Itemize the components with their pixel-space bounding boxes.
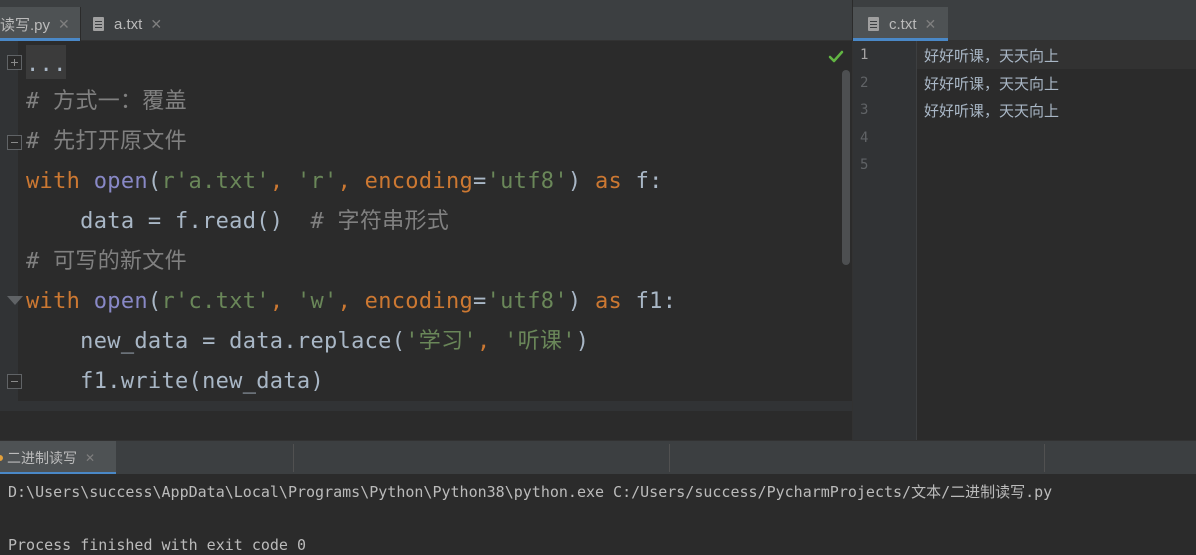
string: 'r'	[296, 169, 338, 194]
code-text: data = f.read()	[26, 209, 311, 234]
keyword: as	[594, 289, 623, 314]
punct: ,	[269, 289, 297, 314]
run-tool-window-bar: 二进制读写 ✕	[0, 440, 1196, 475]
vertical-scrollbar[interactable]	[842, 70, 850, 265]
bar-divider	[293, 444, 294, 472]
code-line: ...	[26, 52, 67, 77]
code-line: data = f.read() # 字符串形式	[26, 202, 449, 242]
bar-divider	[1044, 444, 1045, 472]
code-text: =	[473, 289, 487, 314]
punct: ,	[337, 289, 365, 314]
run-console[interactable]: D:\Users\success\AppData\Local\Programs\…	[0, 474, 1196, 555]
keyword-arg: encoding	[364, 169, 474, 194]
line-number: 4	[860, 130, 869, 146]
fold-arrow-icon[interactable]	[7, 294, 23, 309]
tab-label: 读写.py	[0, 16, 51, 34]
close-icon[interactable]: ✕	[150, 16, 162, 33]
code-line: with open(r'c.txt', 'w', encoding='utf8'…	[26, 282, 676, 322]
line-number: 1	[860, 47, 869, 63]
close-icon[interactable]: ✕	[85, 451, 95, 465]
code-line-comment: # 先打开原文件	[26, 129, 187, 154]
editor-tab-bar-right: c.txt ✕	[853, 0, 1196, 41]
code-line: f1.write(new_data)	[26, 369, 324, 394]
string: 'utf8'	[486, 169, 568, 194]
tab-c-txt[interactable]: c.txt ✕	[853, 7, 948, 41]
line-number-gutter	[853, 41, 917, 440]
text-line: 好好听课，天天向上	[924, 75, 1060, 93]
code-line: new_data = data.replace('学习', '听课')	[26, 322, 589, 362]
run-tab-label: 二进制读写	[7, 450, 77, 466]
console-command: D:\Users\success\AppData\Local\Programs\…	[8, 483, 1053, 501]
punct: ,	[269, 169, 297, 194]
close-icon[interactable]: ✕	[925, 16, 937, 33]
run-tab[interactable]: 二进制读写 ✕	[0, 441, 116, 475]
code-text: )	[575, 329, 590, 354]
text-line: 好好听课，天天向上	[924, 47, 1060, 65]
keyword: with	[26, 289, 81, 314]
code-text: )	[567, 289, 595, 314]
code-line-comment: # 可写的新文件	[26, 249, 187, 274]
editor-gutter	[0, 41, 18, 401]
builtin: open	[93, 169, 148, 194]
tab-du-xie-py[interactable]: 读写.py ✕	[0, 7, 80, 41]
tab-a-txt[interactable]: a.txt ✕	[81, 7, 175, 41]
string: 'utf8'	[486, 289, 568, 314]
code-text: (	[147, 289, 162, 314]
code-text: f1:	[622, 289, 677, 314]
string: r'a.txt'	[161, 169, 270, 194]
tab-label: c.txt	[889, 15, 917, 33]
punct: ,	[337, 169, 365, 194]
code-text: f:	[622, 169, 663, 194]
code-text: =	[473, 169, 487, 194]
string: '学习'	[405, 329, 477, 354]
line-number: 5	[860, 157, 869, 173]
bar-divider	[669, 444, 670, 472]
editor-tab-bar-left: 读写.py ✕ a.txt ✕	[0, 0, 852, 41]
fold-collapse-icon[interactable]	[7, 135, 22, 150]
keyword-arg: encoding	[364, 289, 474, 314]
punct: ,	[476, 329, 505, 354]
fold-expand-icon[interactable]	[7, 55, 22, 70]
builtin: open	[93, 289, 148, 314]
text-line: 好好听课，天天向上	[924, 102, 1060, 120]
code-text: (	[147, 169, 162, 194]
code-text: )	[567, 169, 595, 194]
code-text: new_data = data.replace(	[26, 329, 406, 354]
string: '听课'	[504, 329, 576, 354]
code-line-comment: # 方式一：覆盖	[26, 89, 187, 114]
tab-label: a.txt	[114, 15, 143, 33]
check-icon	[828, 50, 844, 63]
comment: # 字符串形式	[310, 209, 450, 234]
line-number: 2	[860, 75, 869, 91]
horizontal-scrollbar[interactable]	[0, 401, 852, 411]
text-file-icon	[93, 17, 104, 31]
console-exit-message: Process finished with exit code 0	[8, 536, 307, 554]
run-status-icon	[0, 455, 3, 461]
string: 'w'	[296, 289, 338, 314]
line-number: 3	[860, 102, 869, 118]
keyword: as	[594, 169, 623, 194]
text-file-icon	[868, 17, 879, 31]
string: r'c.txt'	[161, 289, 270, 314]
keyword: with	[26, 169, 81, 194]
close-icon[interactable]: ✕	[58, 16, 70, 33]
fold-collapse-icon[interactable]	[7, 374, 22, 389]
code-line: with open(r'a.txt', 'r', encoding='utf8'…	[26, 162, 663, 202]
